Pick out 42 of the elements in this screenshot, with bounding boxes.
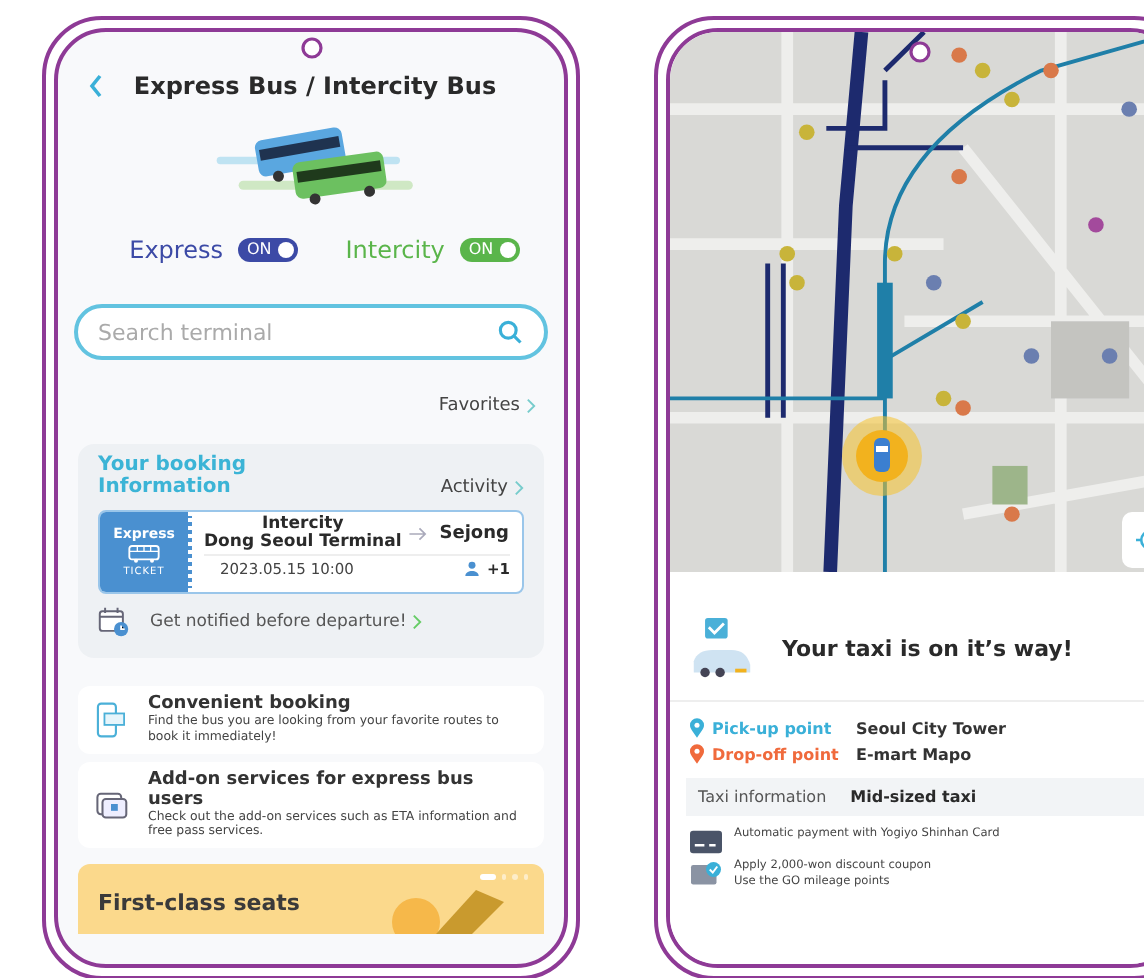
taxi-drawing — [690, 616, 754, 680]
origin-terminal: Intercity — [261, 516, 344, 534]
camera-icon — [908, 40, 932, 64]
coupon-icon — [690, 862, 722, 886]
status-title: Your taxi is on it’s way! — [782, 635, 1073, 661]
taxi-location-icon — [842, 416, 922, 496]
origin-terminal: Dong Seoul Terminal — [204, 533, 402, 552]
destination-terminal: Sejong — [439, 523, 509, 544]
search-icon[interactable] — [496, 318, 524, 346]
feature-title: Convenient booking — [148, 694, 353, 714]
route-value: Seoul City Tower — [856, 719, 1006, 737]
back-icon[interactable] — [86, 72, 106, 100]
booking-title: Your booking Information — [98, 456, 248, 498]
favorites-link[interactable]: Favorites — [438, 396, 536, 416]
feature-title: Add-on services for express bus users — [148, 769, 476, 809]
carousel-dot[interactable] — [512, 874, 517, 879]
phone-ticket-icon — [94, 701, 128, 738]
search-field[interactable]: Search terminal — [74, 304, 548, 360]
chevron-icon — [412, 614, 423, 630]
activity-link[interactable]: Activity — [440, 478, 524, 498]
banner-title: First-class seats — [98, 890, 300, 916]
person-icon — [464, 560, 481, 577]
notify-link[interactable]: Get notified before departure! — [150, 612, 423, 632]
chevron-icon — [514, 480, 524, 496]
service-label: Intercity — [345, 236, 445, 264]
credit-card-icon — [690, 830, 722, 854]
camera-icon — [299, 36, 323, 60]
info-value: Mid-sized taxi — [850, 788, 977, 806]
arrow-icon — [407, 525, 428, 542]
info-label: Taxi information — [698, 788, 827, 806]
toggle-switch[interactable]: ON — [238, 238, 299, 262]
screen-title: Express Bus / Intercity Bus — [131, 72, 499, 100]
chevron-icon — [526, 398, 536, 414]
bus-icon — [128, 544, 160, 564]
route-value: E-mart Mapo — [856, 745, 972, 763]
route-label: Drop-off point — [712, 745, 841, 763]
route-label: Pick-up point — [712, 719, 834, 737]
carousel-dot[interactable] — [523, 874, 528, 879]
promo-banner[interactable]: First-class seats — [78, 864, 544, 934]
carousel-dot[interactable] — [501, 874, 506, 879]
calendar-clock-icon — [98, 606, 130, 638]
service-label: Express — [129, 236, 223, 264]
